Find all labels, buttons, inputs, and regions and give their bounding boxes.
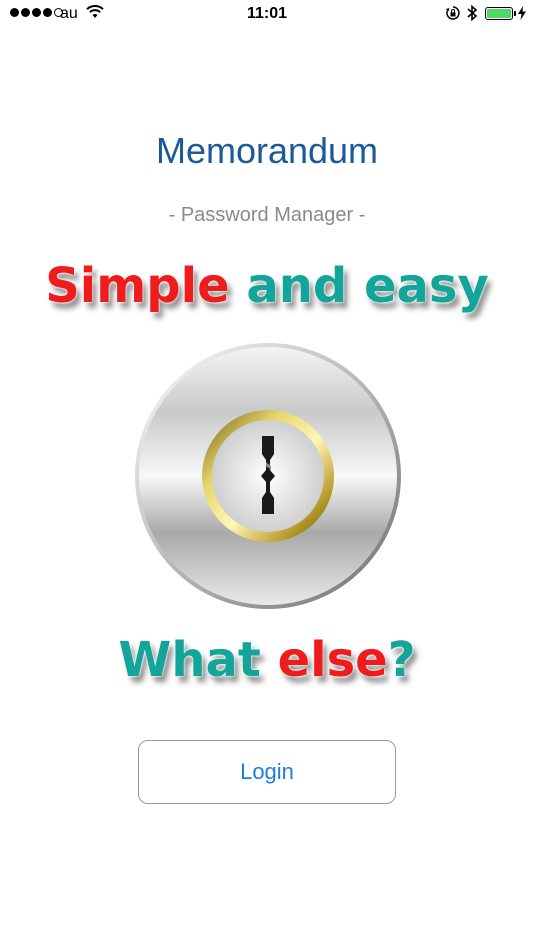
app-title: Memorandum xyxy=(155,130,379,171)
bluetooth-icon xyxy=(466,4,478,27)
battery-tip xyxy=(514,11,516,16)
battery-icon xyxy=(485,7,513,20)
charging-bolt-icon xyxy=(518,6,526,25)
login-button[interactable]: Login xyxy=(138,740,396,804)
lock-icon xyxy=(134,342,402,610)
slogan-top: Simple and easy xyxy=(0,258,534,314)
status-bar: au 11:01 xyxy=(0,0,534,30)
slogan-word-and-easy: and easy xyxy=(229,258,489,314)
slogan-question-mark: ? xyxy=(387,632,416,688)
slogan-word-what: What xyxy=(118,632,278,688)
slogan-bottom: What else? xyxy=(0,632,534,688)
login-button-label: Login xyxy=(240,759,294,784)
slogan-word-simple: Simple xyxy=(45,258,230,314)
slogan-word-else: else xyxy=(277,632,388,688)
app-subtitle: - Password Manager - xyxy=(168,204,366,226)
rotation-lock-icon xyxy=(445,5,461,26)
